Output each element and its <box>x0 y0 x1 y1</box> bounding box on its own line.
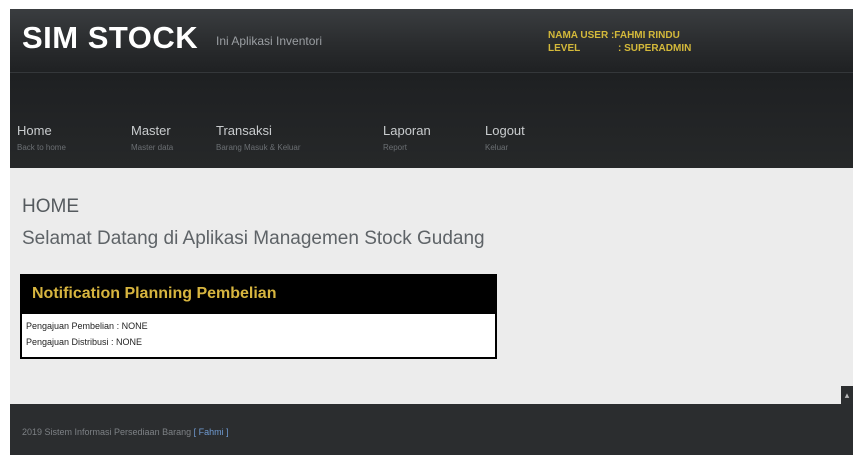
nav-item-master[interactable]: Master Master data <box>131 123 173 152</box>
app-frame: SIM STOCK Ini Aplikasi Inventori NAMA US… <box>10 9 853 455</box>
notification-panel: Notification Planning Pembelian Pengajua… <box>20 274 497 359</box>
user-label: NAMA USER : <box>548 30 615 41</box>
nav-item-laporan[interactable]: Laporan Report <box>383 123 431 152</box>
chevron-up-icon: ▴ <box>844 390 850 400</box>
nav-item-sublabel: Keluar <box>485 143 509 152</box>
page-title: HOME <box>22 196 79 217</box>
nav-item-logout[interactable]: Logout Keluar <box>485 123 525 152</box>
scroll-top-button[interactable]: ▴ <box>841 386 853 404</box>
nav-item-home[interactable]: Home Back to home <box>17 123 66 152</box>
user-value: FAHMI RINDU <box>614 30 680 41</box>
footer: 2019 Sistem Informasi Persediaan Barang … <box>10 404 853 455</box>
footer-copyright: 2019 Sistem Informasi Persediaan Barang <box>22 427 194 437</box>
nav-item-transaksi[interactable]: Transaksi Barang Masuk & Keluar <box>216 123 301 152</box>
notification-distribution-line: Pengajuan Distribusi : NONE <box>26 337 143 347</box>
nav-item-label: Transaksi <box>216 123 272 138</box>
level-label: LEVEL <box>548 43 581 54</box>
nav-item-label: Master <box>131 123 171 138</box>
main-nav: Home Back to home Master Master data Tra… <box>10 72 853 168</box>
welcome-message: Selamat Datang di Aplikasi Managemen Sto… <box>22 228 485 249</box>
nav-item-label: Home <box>17 123 52 138</box>
header: SIM STOCK Ini Aplikasi Inventori NAMA US… <box>10 9 853 72</box>
app-logo[interactable]: SIM STOCK <box>22 20 198 56</box>
notification-purchase-line: Pengajuan Pembelian : NONE <box>26 321 148 331</box>
notification-title: Notification Planning Pembelian <box>32 285 277 302</box>
nav-item-label: Logout <box>485 123 525 138</box>
nav-item-sublabel: Report <box>383 143 408 152</box>
nav-item-sublabel: Barang Masuk & Keluar <box>216 143 301 152</box>
nav-item-sublabel: Master data <box>131 143 174 152</box>
app-subtitle: Ini Aplikasi Inventori <box>216 34 323 48</box>
level-row: LEVEL : SUPERADMIN <box>548 42 691 55</box>
nav-item-label: Laporan <box>383 123 431 138</box>
footer-author-link[interactable]: [ Fahmi ] <box>194 427 229 437</box>
user-info: NAMA USER : FAHMI RINDU LEVEL : SUPERADMI… <box>548 29 691 55</box>
footer-text: 2019 Sistem Informasi Persediaan Barang … <box>22 427 229 437</box>
level-value: : SUPERADMIN <box>618 43 692 54</box>
main-content: HOME Selamat Datang di Aplikasi Manageme… <box>10 168 853 404</box>
nav-item-sublabel: Back to home <box>17 143 66 152</box>
user-row: NAMA USER : FAHMI RINDU <box>548 29 691 42</box>
